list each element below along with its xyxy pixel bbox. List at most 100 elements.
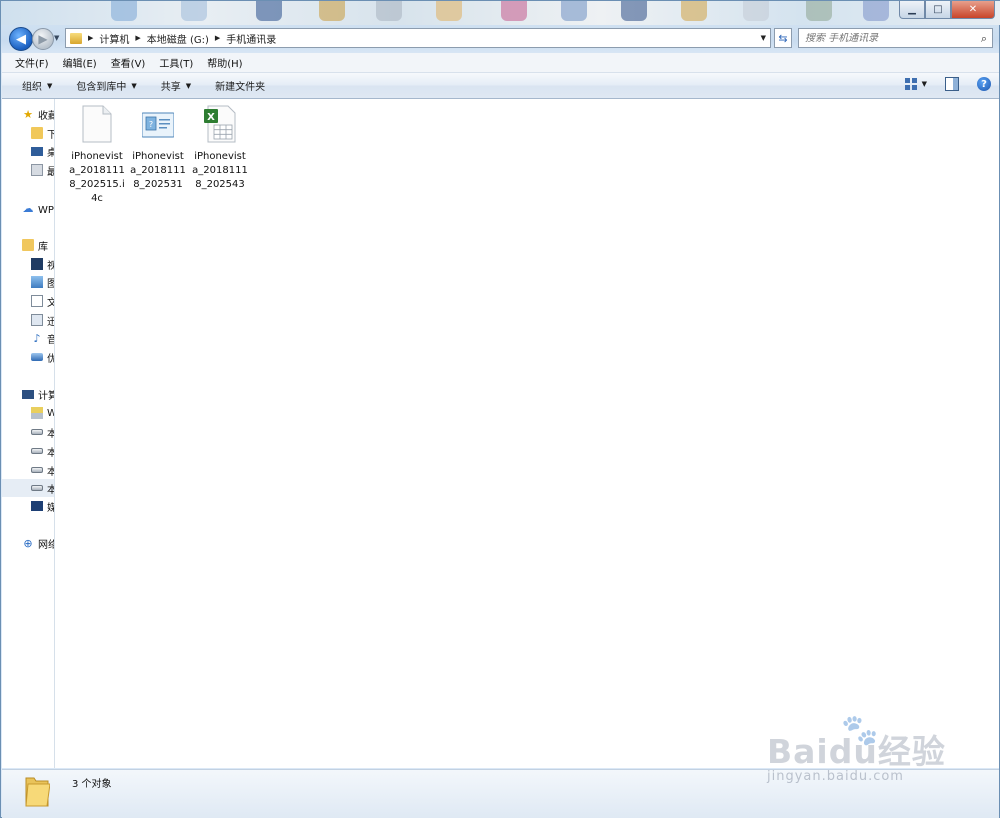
nav-label: 音乐	[47, 331, 54, 346]
navigation-pane: ★ 收藏夹 下载 桌面 最近访问的位置 ☁ WPS网盘 库 视频 图片 文档 迅雷下…	[2, 99, 55, 768]
file-item[interactable]: X iPhonevista_20181118_202543	[190, 105, 250, 192]
library-icon	[22, 239, 34, 251]
organize-label: 组织	[22, 82, 42, 93]
minimize-button[interactable]: ▁	[899, 1, 925, 19]
chevron-right-icon[interactable]: ▶	[215, 34, 220, 42]
recent-places-icon	[31, 164, 43, 176]
nav-drive-d[interactable]: 本地磁盘 (D:)	[31, 423, 54, 441]
nav-label: 本地磁盘 (F:)	[47, 463, 54, 478]
close-button[interactable]: ✕	[951, 1, 995, 19]
nav-drive-g[interactable]: 本地磁盘 (G:)	[2, 479, 54, 497]
breadcrumb-computer[interactable]: 计算机	[99, 31, 129, 46]
file-name: iPhonevista_20181118_202515.i4c	[69, 151, 125, 204]
nav-drive-e[interactable]: 本地磁盘 (E:)	[31, 442, 54, 460]
folder-icon	[25, 777, 50, 807]
share-label: 共享	[160, 82, 181, 93]
excel-file-icon: X	[204, 105, 236, 143]
command-bar: 组织 ▼ 包含到库中 ▼ 共享 ▼ 新建文件夹 ▼ ?	[2, 73, 999, 99]
desktop-icon	[31, 146, 43, 156]
new-folder-button[interactable]: 新建文件夹	[215, 78, 265, 93]
media-icon	[31, 501, 43, 511]
menu-view[interactable]: 查看(V)	[111, 55, 152, 70]
address-dropdown-icon[interactable]: ▼	[761, 34, 766, 42]
file-list-view[interactable]: iPhonevista_20181118_202515.i4c ? iPhone…	[55, 99, 999, 768]
view-controls: ▼ ?	[904, 77, 991, 91]
nav-libraries[interactable]: 库	[22, 236, 54, 254]
address-bar[interactable]: ▶ 计算机 ▶ 本地磁盘 (G:) ▶ 手机通讯录 ▼	[65, 28, 771, 48]
forward-arrow-icon[interactable]: ▶	[32, 28, 54, 50]
menu-tools[interactable]: 工具(T)	[159, 55, 199, 70]
downloads-lib-icon	[31, 314, 43, 326]
chevron-right-icon[interactable]: ▶	[135, 34, 140, 42]
nav-wps-cloud[interactable]: ☁ WPS网盘	[22, 199, 55, 217]
nav-label: 计算机	[38, 390, 54, 402]
folder-icon	[70, 32, 82, 44]
chevron-down-icon: ▼	[185, 81, 192, 90]
menu-file[interactable]: 文件(F)	[2, 55, 55, 70]
drive-icon	[31, 448, 43, 454]
nav-documents[interactable]: 文档	[31, 292, 54, 310]
nav-drive-c[interactable]: Win7 (C:)	[31, 404, 54, 422]
help-icon[interactable]: ?	[977, 77, 991, 91]
refresh-button[interactable]: ⇆	[774, 28, 792, 48]
search-box[interactable]: ⌕	[798, 28, 993, 48]
nav-xunlei-downloads[interactable]: 迅雷下载	[31, 311, 54, 329]
windows-drive-icon	[31, 407, 43, 419]
nav-label: 收藏夹	[38, 110, 54, 122]
organize-button[interactable]: 组织 ▼	[22, 78, 52, 94]
maximize-button[interactable]: □	[925, 1, 951, 19]
nav-label: 优酷影视库	[47, 350, 54, 365]
breadcrumb-current-folder[interactable]: 手机通讯录	[226, 31, 276, 46]
search-input[interactable]	[805, 32, 970, 44]
explorer-window: ▁ □ ✕ ◀ ▶ ▼ ▶ 计算机 ▶ 本地磁盘 (G:) ▶ 手机通讯录 ▼ …	[0, 0, 1000, 818]
nav-label: 下载	[47, 126, 54, 141]
chevron-down-icon: ▼	[131, 81, 137, 90]
menu-help[interactable]: 帮助(H)	[207, 55, 248, 70]
nav-network[interactable]: ⊕ 网络	[22, 534, 54, 552]
nav-label: 图片	[47, 275, 54, 290]
breadcrumb-drive-g[interactable]: 本地磁盘 (G:)	[147, 31, 209, 46]
nav-videos[interactable]: 视频	[31, 255, 54, 273]
nav-label: 桌面	[47, 144, 54, 159]
menu-edit[interactable]: 编辑(E)	[63, 55, 103, 70]
share-button[interactable]: 共享 ▼	[160, 78, 192, 94]
view-dropdown-icon[interactable]: ▼	[922, 80, 927, 88]
nav-drive-f[interactable]: 本地磁盘 (F:)	[31, 461, 54, 479]
nav-label: 网络	[38, 539, 54, 551]
caption-buttons: ▁ □ ✕	[899, 1, 995, 19]
breadcrumb: ▶ 计算机 ▶ 本地磁盘 (G:) ▶ 手机通讯录	[82, 31, 276, 46]
documents-icon	[31, 295, 43, 307]
nav-favorites[interactable]: ★ 收藏夹	[22, 105, 54, 123]
nav-pictures[interactable]: 图片	[31, 273, 54, 291]
include-in-library-label: 包含到库中	[76, 82, 127, 93]
nav-music[interactable]: ♪ 音乐	[31, 329, 54, 347]
nav-label: Win7 (C:)	[47, 408, 54, 419]
nav-label: 库	[38, 241, 48, 253]
nav-desktop[interactable]: 桌面	[31, 142, 54, 160]
nav-computer[interactable]: 计算机	[22, 385, 54, 403]
nav-downloads[interactable]: 下载	[31, 124, 54, 142]
music-icon: ♪	[33, 331, 41, 345]
nav-label: 最近访问的位置	[47, 163, 54, 178]
svg-text:?: ?	[149, 120, 153, 129]
details-pane: 3 个对象	[2, 769, 999, 818]
nav-youku-library[interactable]: 优酷影视库	[31, 348, 54, 366]
pictures-icon	[31, 276, 43, 288]
file-item[interactable]: ? iPhonevista_20181118_202531	[128, 105, 188, 192]
file-name: iPhonevista_20181118_202531	[130, 151, 186, 190]
chevron-right-icon[interactable]: ▶	[88, 34, 93, 42]
video-icon	[31, 258, 43, 270]
menu-bar: 文件(F) 编辑(E) 查看(V) 工具(T) 帮助(H)	[2, 53, 999, 73]
recent-pages-dropdown-icon[interactable]: ▼	[54, 34, 59, 42]
star-icon: ★	[23, 107, 33, 121]
view-options-icon[interactable]	[904, 78, 917, 90]
navigation-row: ◀ ▶ ▼ ▶ 计算机 ▶ 本地磁盘 (G:) ▶ 手机通讯录 ▼ ⇆ ⌕	[1, 25, 1000, 51]
preview-pane-icon[interactable]	[945, 77, 959, 91]
nav-media[interactable]: 媒体	[31, 497, 54, 515]
title-bar[interactable]: ▁ □ ✕	[1, 1, 1000, 25]
include-in-library-button[interactable]: 包含到库中 ▼	[76, 78, 137, 94]
search-icon[interactable]: ⌕	[981, 32, 987, 46]
nav-recent-places[interactable]: 最近访问的位置	[31, 161, 54, 179]
back-arrow-icon[interactable]: ◀	[9, 27, 33, 51]
file-item[interactable]: iPhonevista_20181118_202515.i4c	[67, 105, 127, 206]
